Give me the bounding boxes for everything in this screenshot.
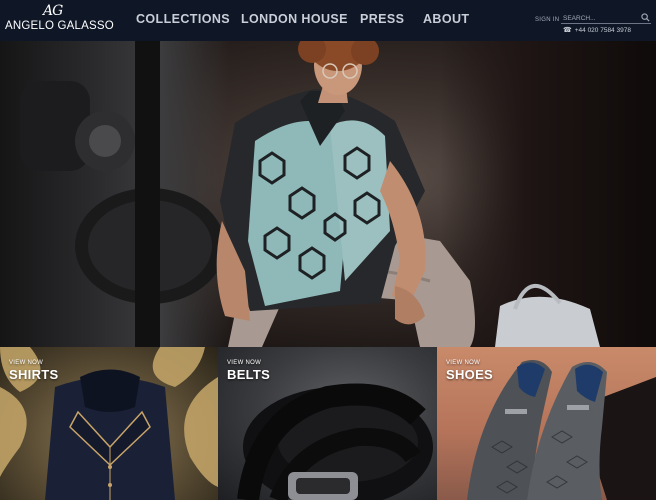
nav-item-london-house[interactable]: LONDON HOUSE bbox=[241, 12, 348, 26]
nav-item-collections[interactable]: COLLECTIONS bbox=[136, 12, 230, 26]
brand-logo[interactable]: AG ANGELO GALASSO bbox=[5, 3, 114, 39]
shoes-kicker: VIEW NOW bbox=[446, 360, 481, 366]
shirts-title: SHIRTS bbox=[9, 367, 59, 382]
category-tile-shoes[interactable]: VIEW NOW SHOES bbox=[437, 347, 656, 500]
shoes-title: SHOES bbox=[446, 367, 494, 382]
search-icon[interactable] bbox=[641, 13, 650, 22]
search-box bbox=[561, 12, 651, 24]
shirts-kicker: VIEW NOW bbox=[9, 360, 44, 366]
hero-banner[interactable] bbox=[0, 41, 656, 347]
category-tile-belts[interactable]: VIEW NOW BELTS bbox=[218, 347, 437, 500]
hero-photo bbox=[20, 41, 600, 347]
site-header: AG ANGELO GALASSO COLLECTIONS LONDON HOU… bbox=[0, 0, 656, 41]
nav-item-about[interactable]: ABOUT bbox=[423, 12, 469, 26]
sign-in-link[interactable]: SIGN IN bbox=[535, 17, 559, 23]
brand-name: ANGELO GALASSO bbox=[5, 20, 114, 32]
belts-kicker: VIEW NOW bbox=[227, 360, 262, 366]
phone-contact[interactable]: ☎ +44 020 7584 3978 bbox=[563, 26, 631, 34]
nav-item-press[interactable]: PRESS bbox=[360, 12, 404, 26]
belts-title: BELTS bbox=[227, 367, 271, 382]
brand-monogram: AG bbox=[43, 3, 63, 19]
category-tile-shirts[interactable]: VIEW NOW SHIRTS bbox=[0, 347, 218, 500]
phone-number: +44 020 7584 3978 bbox=[574, 27, 631, 34]
phone-icon: ☎ bbox=[563, 27, 572, 34]
search-input[interactable] bbox=[563, 13, 639, 23]
